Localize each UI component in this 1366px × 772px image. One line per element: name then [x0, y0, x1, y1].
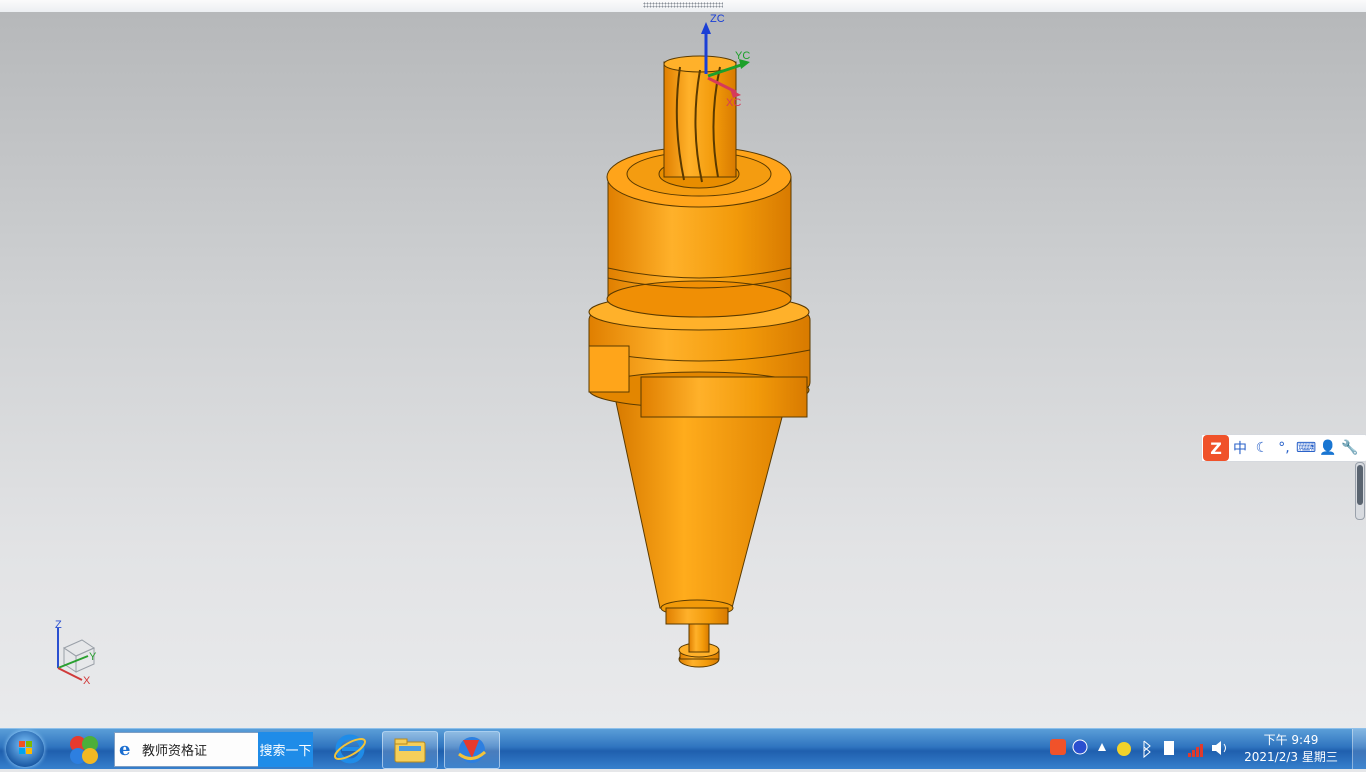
- ime-logo[interactable]: Z: [1203, 435, 1229, 461]
- folder-icon: [394, 738, 426, 763]
- bluetooth-icon[interactable]: [1143, 740, 1151, 759]
- search-input[interactable]: e 教师资格证: [114, 732, 259, 767]
- axis-label-yc: YC: [735, 50, 750, 62]
- system-clock[interactable]: 下午 9:49 2021/2/3 星期三: [1236, 732, 1346, 766]
- show-hidden-icons-arrow[interactable]: [1098, 743, 1106, 751]
- view-triad: Z Y X: [55, 619, 97, 687]
- ie-small-icon: e: [119, 738, 131, 760]
- search-input-text: 教师资格证: [142, 744, 208, 759]
- keyboard-icon[interactable]: ⌨: [1295, 440, 1317, 456]
- cad-model-canvas[interactable]: ZC YC XC Z Y X: [0, 12, 1366, 728]
- tool-holder-model[interactable]: [588, 55, 811, 668]
- wrench-icon[interactable]: 🔧: [1339, 440, 1361, 456]
- triad-label-y: Y: [89, 651, 97, 663]
- search-button[interactable]: 搜索一下: [258, 732, 313, 767]
- moon-icon[interactable]: ☾: [1251, 440, 1273, 456]
- system-tray: [1050, 739, 1226, 759]
- network-signal-icon[interactable]: [1188, 744, 1203, 757]
- side-scroll-indicator[interactable]: [1355, 462, 1365, 520]
- triad-label-x: X: [83, 675, 91, 687]
- app-launcher-icon[interactable]: [62, 729, 106, 769]
- help-icon[interactable]: [1072, 739, 1088, 755]
- user-icon[interactable]: 👤: [1317, 440, 1339, 456]
- taskbar: e 教师资格证 搜索一下 下午 9:49 2021/2/3 星期三: [0, 728, 1366, 769]
- scroll-thumb[interactable]: [1357, 465, 1363, 505]
- clock-time: 下午 9:49: [1263, 733, 1319, 747]
- ime-tray-icon[interactable]: [1050, 739, 1066, 755]
- axis-label-zc: ZC: [710, 13, 725, 25]
- drag-handle[interactable]: [643, 2, 723, 8]
- cad-app-task[interactable]: [444, 731, 500, 769]
- graphics-viewport[interactable]: ZC YC XC Z Y X: [0, 12, 1366, 728]
- cad-app-icon: [458, 737, 487, 763]
- ime-toolbar[interactable]: Z 中 ☾ °, ⌨ 👤 🔧: [1201, 434, 1366, 462]
- volume-icon[interactable]: [1212, 741, 1226, 755]
- start-button[interactable]: [6, 731, 44, 767]
- windows-logo-icon: [19, 741, 32, 754]
- security-plus-icon[interactable]: [1117, 742, 1131, 756]
- ime-mode-toggle[interactable]: 中: [1229, 438, 1251, 458]
- file-explorer-task[interactable]: [382, 731, 438, 769]
- device-icon[interactable]: [1164, 741, 1174, 755]
- internet-explorer-icon[interactable]: [328, 729, 372, 769]
- clock-date: 2021/2/3 星期三: [1244, 750, 1338, 764]
- axis-label-xc: XC: [726, 97, 741, 109]
- show-desktop-button[interactable]: [1352, 729, 1366, 769]
- triad-label-z: Z: [55, 619, 62, 631]
- punctuation-icon[interactable]: °,: [1273, 440, 1295, 456]
